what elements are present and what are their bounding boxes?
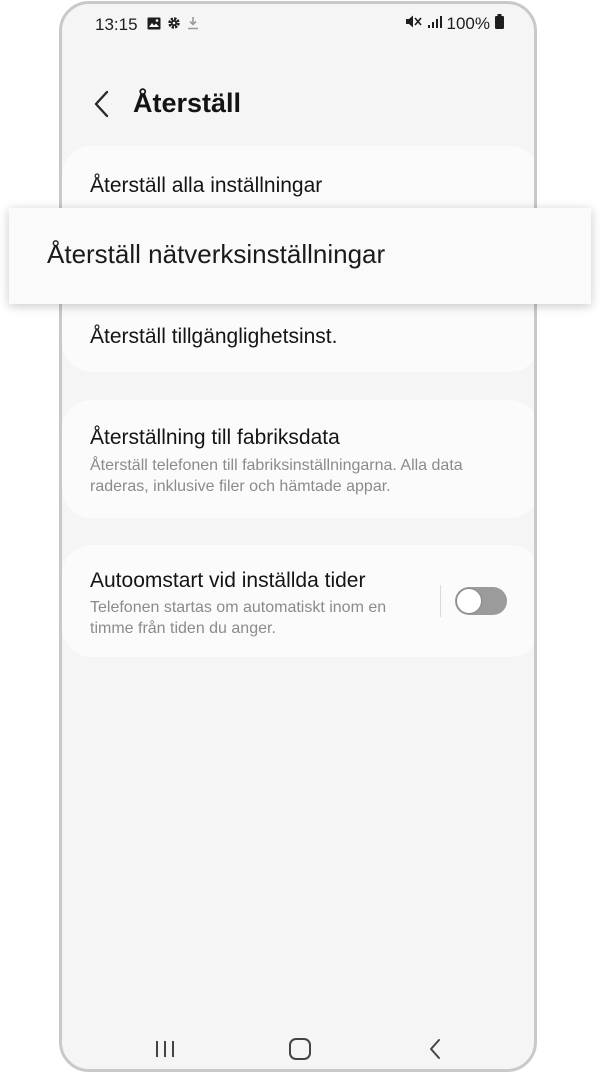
battery-icon — [495, 14, 504, 34]
reset-network-settings-item[interactable]: Återställ nätverksinställningar — [9, 208, 591, 304]
page-title: Återställ — [133, 88, 242, 118]
app-header: Återställ — [62, 74, 534, 134]
home-icon — [289, 1038, 311, 1060]
auto-restart-title: Autoomstart vid inställda tider — [90, 569, 366, 592]
status-time: 13:15 — [95, 15, 138, 34]
home-button[interactable] — [280, 1034, 320, 1064]
navigation-bar — [62, 1014, 534, 1069]
factory-reset-description: Återställ telefonen till fabriksinställn… — [90, 457, 463, 495]
toggle-divider — [440, 585, 441, 617]
phone-frame: 13:15 100% Återställ Återställ alla inst… — [59, 1, 537, 1072]
mute-icon — [405, 14, 422, 34]
signal-icon — [427, 14, 442, 34]
auto-restart-card[interactable]: Autoomstart vid inställda tider Telefone… — [62, 545, 534, 657]
battery-text: 100% — [446, 14, 490, 33]
toggle-knob — [456, 588, 482, 614]
back-icon — [430, 1039, 440, 1059]
status-bar: 13:15 100% — [62, 4, 534, 48]
nav-back-button[interactable] — [415, 1034, 455, 1064]
reset-accessibility-item[interactable]: Återställ tillgänglighetsinst. — [90, 325, 337, 349]
download-icon — [187, 16, 199, 35]
auto-restart-toggle[interactable] — [455, 587, 507, 615]
gear-icon — [167, 16, 181, 35]
back-button[interactable] — [84, 86, 120, 122]
recent-apps-icon — [156, 1041, 174, 1057]
status-icons-left — [147, 16, 199, 35]
reset-all-settings-item[interactable]: Återställ alla inställningar — [90, 174, 322, 198]
auto-restart-description: Telefonen startas om automatiskt inom en… — [90, 599, 387, 637]
chevron-left-icon — [94, 90, 109, 118]
gallery-icon — [147, 17, 161, 35]
screenshot-stage: 13:15 100% Återställ Återställ alla inst… — [0, 0, 600, 1077]
reset-network-settings-label: Återställ nätverksinställningar — [47, 239, 386, 269]
status-icons-right: 100% — [405, 14, 504, 34]
factory-reset-card[interactable]: Återställning till fabriksdata Återställ… — [62, 400, 534, 518]
recent-apps-button[interactable] — [145, 1034, 185, 1064]
factory-reset-title: Återställning till fabriksdata — [90, 426, 340, 449]
